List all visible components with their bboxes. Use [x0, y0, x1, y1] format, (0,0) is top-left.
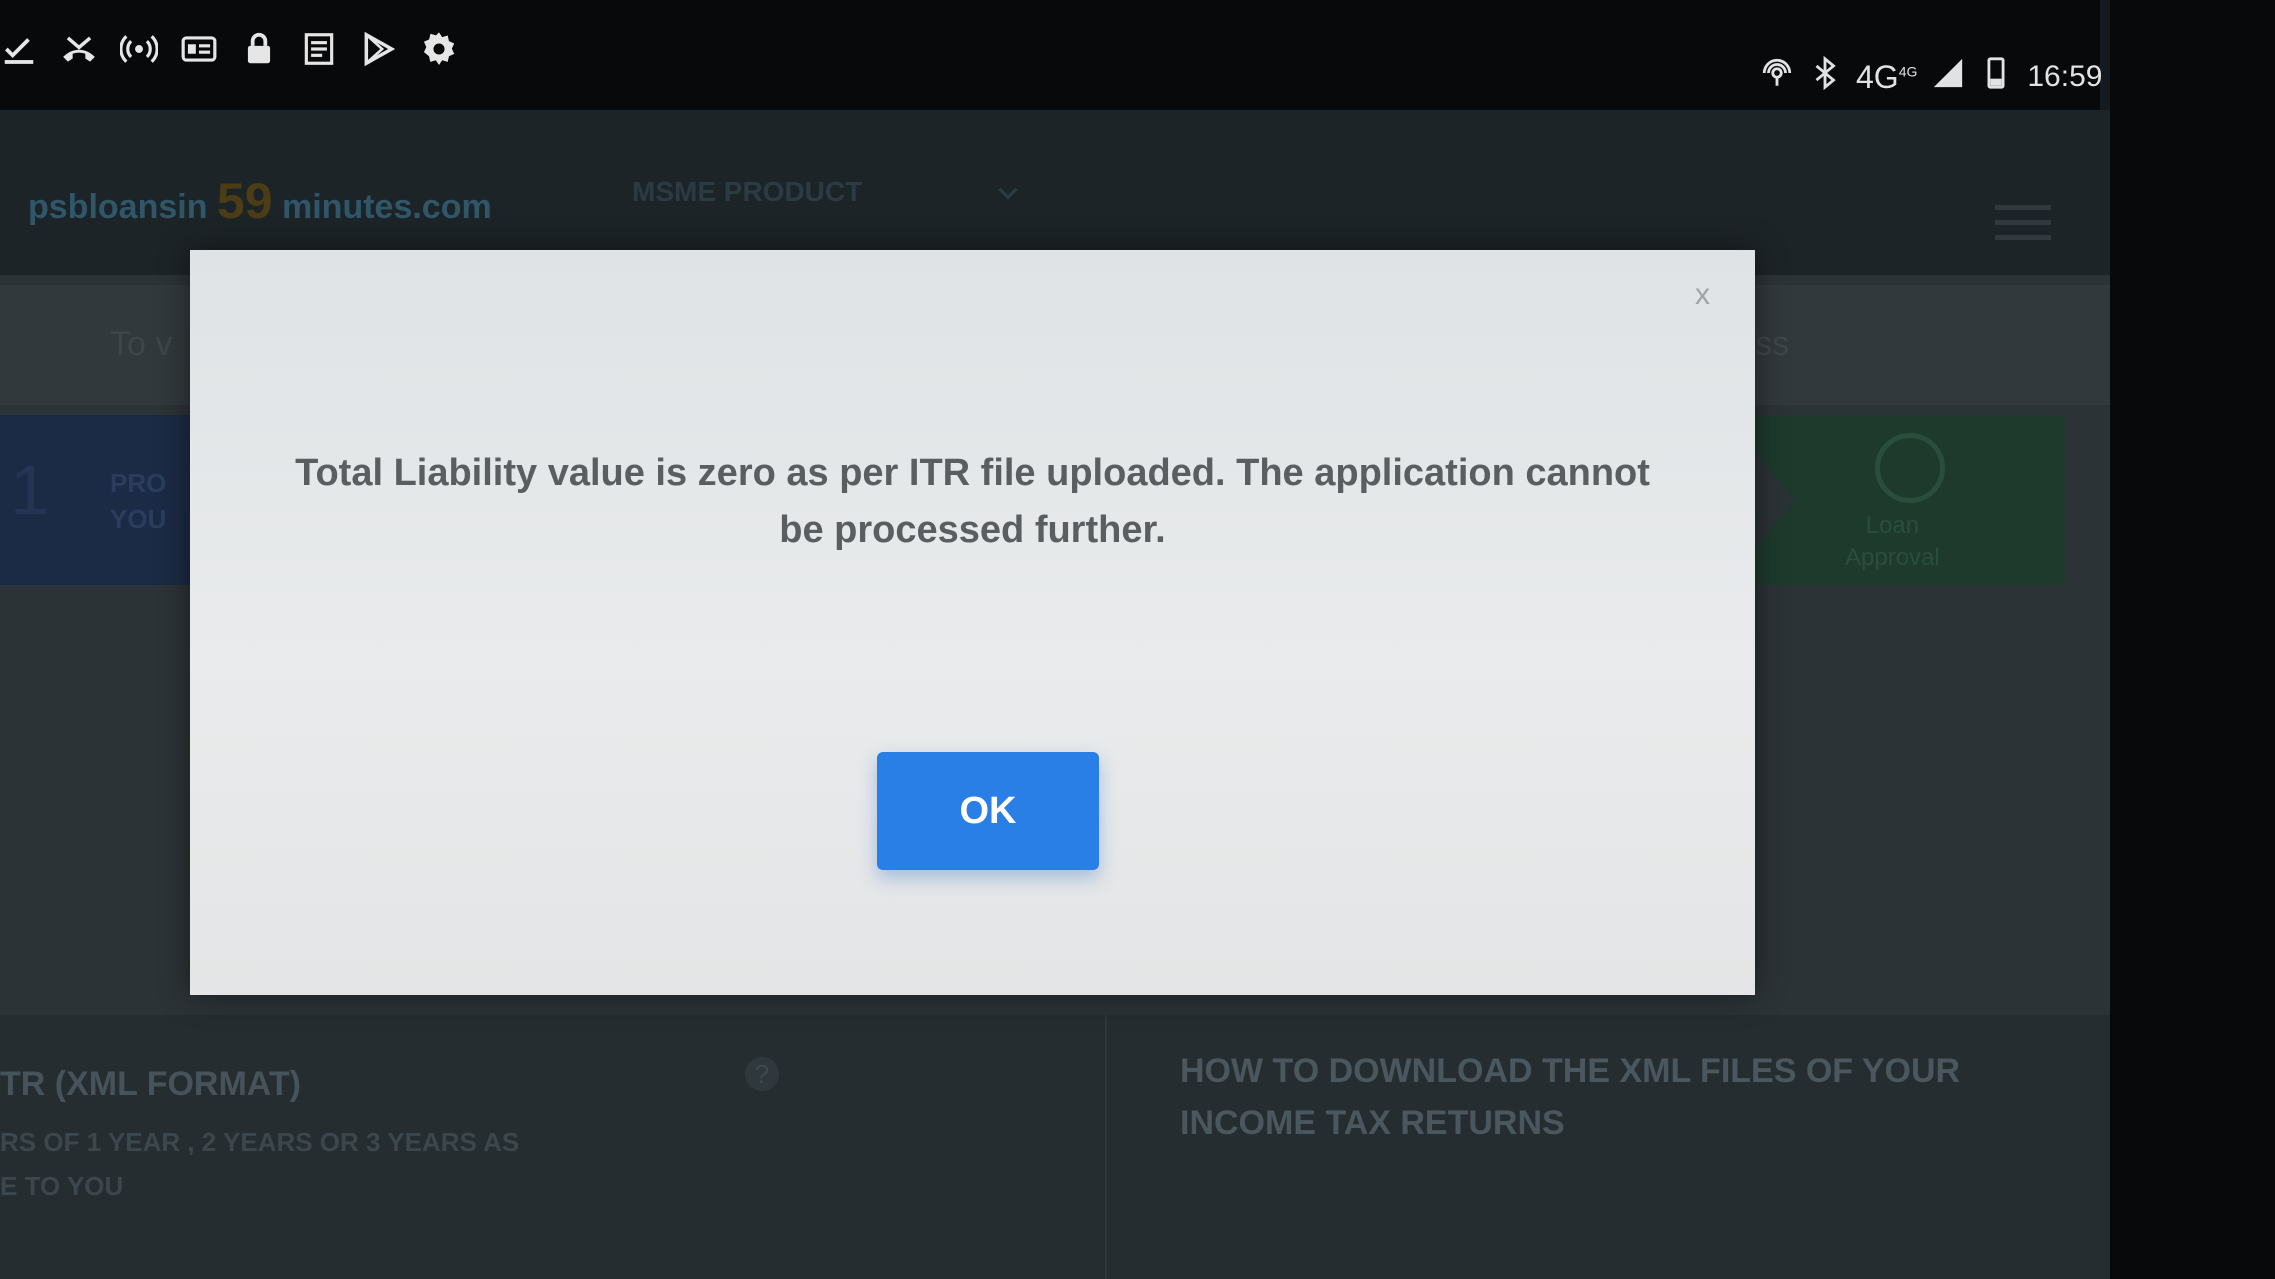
step-label-line1: Loan [1865, 512, 1920, 539]
settings-icon [420, 28, 458, 70]
step-label-line2: YOU [110, 504, 167, 534]
brand-prefix: psbloansin [28, 188, 208, 226]
missed-call-icon [60, 28, 98, 70]
brand-number: 59 [216, 173, 273, 229]
screen-bezel [2110, 0, 2275, 1279]
dialog-message: Total Liability value is zero as per ITR… [295, 452, 1650, 551]
check-circle-icon [1875, 433, 1945, 503]
step-label: Loan Approval [1845, 510, 1940, 574]
chevron-down-icon[interactable] [995, 180, 1021, 206]
brand-suffix: minutes.com [282, 188, 492, 226]
step-label-line2: Approval [1845, 544, 1940, 571]
clock: 16:59 [2027, 60, 2103, 93]
nav-msme-product[interactable]: MSME PRODUCT [632, 176, 862, 208]
site-logo[interactable]: psbloansin 59 minutes.com [28, 172, 492, 230]
notification-icons [0, 28, 458, 70]
itr-upload-section: TR (XML FORMAT) RS OF 1 YEAR , 2 YEARS O… [0, 1015, 2110, 1279]
subtitle-line2: E TO YOU [0, 1171, 124, 1201]
network-label: 4G [1856, 58, 1899, 95]
news-icon [300, 28, 338, 70]
gst-app-icon [180, 28, 218, 70]
network-sup-label: 4G [1898, 62, 1918, 79]
ok-button[interactable]: OK [877, 752, 1099, 870]
download-xml-help-title[interactable]: HOW TO DOWNLOAD THE XML FILES OF YOUR IN… [1180, 1045, 2060, 1149]
signal-icon [1931, 56, 1965, 98]
bluetooth-icon [1808, 55, 1842, 98]
error-dialog: x Total Liability value is zero as per I… [190, 250, 1755, 995]
close-icon[interactable]: x [1695, 278, 1710, 312]
lock-icon [240, 28, 278, 70]
info-text-left: To v [110, 325, 173, 363]
battery-icon [1979, 56, 2013, 98]
play-store-icon [360, 28, 398, 70]
subtitle-line1: RS OF 1 YEAR , 2 YEARS OR 3 YEARS AS [0, 1127, 520, 1157]
download-done-icon [0, 28, 38, 70]
divider [1105, 1015, 1107, 1279]
step-label: PRO YOU [110, 465, 166, 537]
itr-format-title: TR (XML FORMAT) [0, 1065, 301, 1103]
nfc-icon [1760, 56, 1794, 98]
step-label-line1: PRO [110, 468, 167, 498]
status-bar: 4G4G 16:59 [0, 0, 2103, 110]
step-number: 1 [10, 451, 49, 529]
hamburger-menu-icon[interactable] [1995, 205, 2051, 249]
help-icon[interactable]: ? [745, 1057, 779, 1091]
hotspot-icon [120, 28, 158, 70]
network-type: 4G4G [1856, 59, 1917, 96]
itr-format-subtitle: RS OF 1 YEAR , 2 YEARS OR 3 YEARS AS E T… [0, 1120, 519, 1208]
system-indicators: 4G4G 16:59 [1760, 55, 2103, 98]
